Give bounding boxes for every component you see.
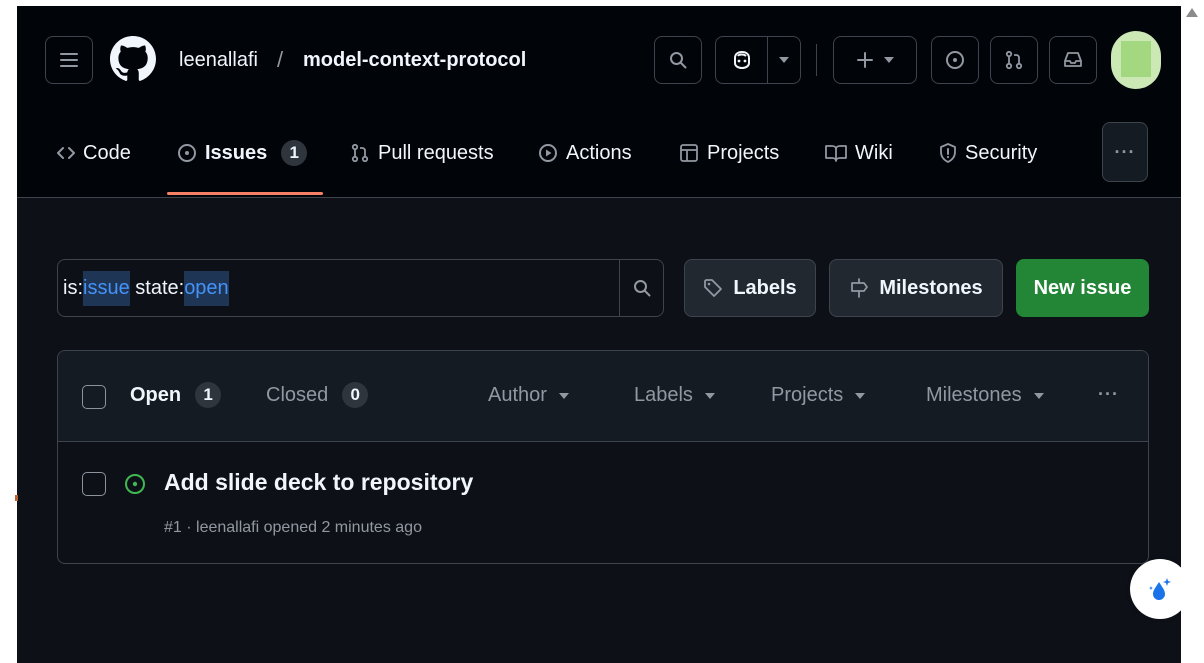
sparkle-drop-icon: [1149, 578, 1171, 600]
author-filter-dropdown[interactable]: Author: [488, 384, 569, 407]
search-icon: [670, 52, 687, 69]
repo-name-link[interactable]: model-context-protocol: [303, 49, 526, 72]
closed-issues-tab[interactable]: Closed 0: [266, 382, 369, 408]
caret-down-icon: [704, 392, 715, 399]
search-button[interactable]: [654, 36, 702, 84]
book-icon: [825, 145, 847, 162]
your-pull-requests-button[interactable]: [990, 36, 1038, 84]
issue-opened-icon: [178, 144, 196, 162]
copilot-button[interactable]: [716, 37, 768, 83]
tab-wiki[interactable]: Wiki: [825, 138, 893, 168]
shield-icon: [940, 143, 956, 163]
select-all-checkbox[interactable]: [82, 385, 106, 409]
query-value: open: [184, 270, 229, 306]
plus-icon: [857, 52, 873, 68]
milestones-filter-dropdown[interactable]: Milestones: [926, 384, 1044, 407]
repo-header: leenallafi / model-context-protocol Code…: [17, 6, 1181, 198]
copilot-dropdown-button[interactable]: [768, 37, 800, 83]
new-issue-button[interactable]: New issue: [1016, 259, 1149, 317]
query-qualifier: issue: [83, 270, 130, 306]
notifications-inbox-button[interactable]: [1049, 36, 1097, 84]
tab-code[interactable]: Code: [57, 138, 131, 168]
kebab-icon: ···: [1114, 141, 1136, 162]
issue-meta: #1 · leenallafi opened 2 minutes ago: [164, 519, 422, 536]
tab-projects-label: Projects: [707, 141, 780, 164]
issue-search-input[interactable]: is: issue state: open: [58, 260, 619, 316]
caret-down-icon: [779, 57, 789, 63]
issue-opened-icon: [125, 474, 145, 494]
tab-code-label: Code: [83, 141, 131, 164]
table-icon: [680, 144, 698, 162]
issue-title-link[interactable]: Add slide deck to repository: [164, 469, 473, 496]
active-tab-indicator: [167, 192, 323, 195]
query-middle: state:: [129, 276, 185, 299]
tab-security-label: Security: [965, 141, 1038, 164]
tab-pull-requests-label: Pull requests: [378, 141, 494, 164]
tag-icon: [704, 279, 723, 297]
author-filter-label: Author: [488, 384, 547, 406]
your-issues-button[interactable]: [931, 36, 979, 84]
issue-list: Open 1 Closed 0 Author Labels Projects M…: [57, 350, 1149, 564]
tab-projects[interactable]: Projects: [679, 138, 779, 168]
caret-down-icon: [884, 57, 894, 63]
inbox-icon: [1064, 52, 1082, 67]
milestones-button[interactable]: Milestones: [829, 259, 1003, 317]
github-logo-icon[interactable]: [110, 36, 156, 82]
issue-row[interactable]: Add slide deck to repository #1 · leenal…: [58, 443, 1148, 563]
play-icon: [539, 144, 557, 162]
labels-button-label: Labels: [733, 276, 797, 299]
edge-marker: [15, 495, 18, 501]
breadcrumb-separator: /: [277, 47, 284, 72]
menu-button[interactable]: [45, 36, 93, 84]
labels-filter-dropdown[interactable]: Labels: [634, 384, 715, 407]
labels-button[interactable]: Labels: [684, 259, 816, 317]
query-prefix: is:: [63, 276, 83, 299]
caret-down-icon: [1033, 392, 1044, 399]
milestones-filter-label: Milestones: [926, 384, 1022, 406]
scroll-up-arrow-icon[interactable]: [1186, 8, 1198, 17]
issue-checkbox[interactable]: [82, 472, 106, 496]
milestones-button-label: Milestones: [879, 276, 983, 299]
create-new-button[interactable]: [833, 36, 917, 84]
copilot-button-group: [715, 36, 801, 84]
labels-filter-label: Labels: [634, 384, 693, 406]
open-issues-tab[interactable]: Open 1: [130, 382, 222, 408]
search-submit-button[interactable]: [619, 260, 663, 316]
tab-pull-requests[interactable]: Pull requests: [350, 138, 494, 168]
list-options-kebab-icon[interactable]: ···: [1098, 384, 1119, 405]
code-icon: [57, 147, 75, 159]
issues-count-badge: 1: [281, 140, 308, 166]
open-tab-label: Open: [130, 383, 182, 406]
user-avatar[interactable]: [1111, 31, 1161, 89]
tab-wiki-label: Wiki: [855, 141, 893, 164]
tab-issues-label: Issues: [205, 141, 268, 164]
open-count-badge: 1: [195, 382, 222, 408]
hamburger-icon: [60, 53, 78, 67]
assistant-bubble-button[interactable]: [1130, 559, 1181, 619]
closed-count-badge: 0: [342, 382, 369, 408]
caret-down-icon: [558, 392, 569, 399]
browser-viewport: leenallafi / model-context-protocol Code…: [17, 6, 1181, 663]
pull-request-icon: [1005, 50, 1023, 70]
copilot-icon: [733, 50, 750, 70]
tab-issues[interactable]: Issues 1: [177, 138, 308, 168]
milestone-icon: [851, 278, 869, 298]
pull-request-icon: [351, 143, 369, 163]
projects-filter-dropdown[interactable]: Projects: [771, 384, 866, 407]
tab-actions[interactable]: Actions: [538, 138, 632, 168]
issue-list-header: Open 1 Closed 0 Author Labels Projects M…: [58, 351, 1148, 442]
caret-down-icon: [855, 392, 866, 399]
search-icon: [633, 280, 650, 297]
tab-actions-label: Actions: [566, 141, 632, 164]
issue-search-field[interactable]: is: issue state: open: [57, 259, 664, 317]
repo-owner-link[interactable]: leenallafi: [179, 49, 258, 72]
closed-tab-label: Closed: [266, 383, 329, 406]
scrollbar[interactable]: [1181, 6, 1204, 663]
projects-filter-label: Projects: [771, 384, 844, 406]
issue-opened-icon: [946, 51, 964, 69]
tab-security[interactable]: Security: [939, 138, 1037, 168]
header-divider: [816, 44, 817, 76]
more-tabs-button[interactable]: ···: [1102, 122, 1148, 182]
